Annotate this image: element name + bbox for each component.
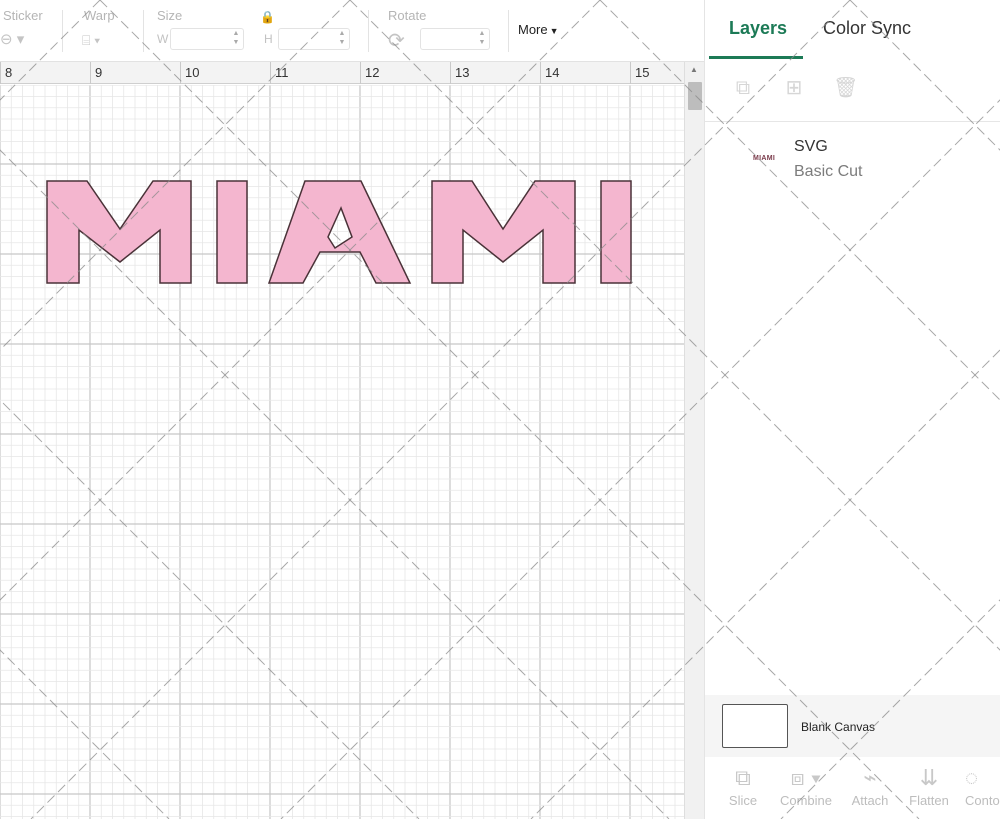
width-stepper[interactable]: ▲ ▼	[231, 29, 241, 49]
toolbar-divider	[508, 10, 509, 52]
attach-label: Attach	[851, 793, 889, 808]
more-label: More	[518, 22, 548, 37]
tab-layers[interactable]: Layers	[729, 18, 787, 39]
group-icon[interactable]: ⧉	[731, 76, 755, 100]
flatten-icon: ⇊	[919, 765, 939, 790]
combine-icon: ⧈ ▾	[790, 765, 822, 790]
sticker-icon[interactable]: ⊖ ▾	[0, 30, 24, 48]
duplicate-icon[interactable]: ⊞	[782, 76, 806, 100]
contour-button[interactable]: ◌ Conto	[965, 763, 1000, 808]
letter-m[interactable]	[431, 180, 576, 284]
sticker-label: Sticker	[3, 8, 43, 23]
blank-canvas-swatch[interactable]	[722, 704, 788, 748]
layer-tools: ⧉ ⊞ 🗑	[705, 60, 1000, 122]
toolbar-divider	[368, 10, 369, 52]
rotate-label: Rotate	[388, 8, 427, 23]
contour-label: Conto	[965, 793, 1000, 808]
rotate-input[interactable]: ▲ ▼	[420, 28, 490, 50]
toolbar-divider	[143, 10, 144, 52]
layer-operation[interactable]: Basic Cut	[794, 163, 862, 181]
scroll-up-arrow-icon[interactable]: ▲	[690, 65, 698, 74]
combine-label: Combine	[779, 793, 833, 808]
layers-panel: Layers Color Sync ⧉ ⊞ 🗑 MIAMI SVG Basic …	[704, 0, 1000, 819]
blank-canvas-label: Blank Canvas	[801, 720, 876, 734]
rotate-icon: ⟳	[388, 30, 405, 52]
size-group: Size W ▲ ▼ 🔒 H ▲ ▼	[150, 0, 360, 62]
contour-icon: ◌	[965, 765, 979, 790]
letter-i[interactable]	[600, 180, 632, 284]
toolbar-divider	[62, 10, 63, 52]
more-button[interactable]: More ▼	[518, 22, 559, 37]
attach-icon: ⌁	[863, 765, 877, 790]
canvas-area[interactable]: 8 9 10 11 12 13 14 15 ▲	[0, 62, 704, 819]
layer-thumbnail: MIAMI	[753, 155, 776, 162]
sticker-group[interactable]: Sticker ⊖ ▾	[0, 0, 60, 62]
width-input[interactable]: ▲ ▼	[170, 28, 244, 50]
size-label: Size	[157, 8, 183, 23]
edit-toolbar: Sticker ⊖ ▾ Warp ⌸ ▾ Size W ▲ ▼ 🔒 H ▲ ▼ Ro…	[0, 0, 707, 62]
slice-icon: ⧉	[735, 765, 751, 790]
flatten-label: Flatten	[909, 793, 949, 808]
delete-icon[interactable]: 🗑	[833, 76, 858, 100]
flatten-button[interactable]: ⇊ Flatten	[905, 763, 953, 808]
slice-label: Slice	[728, 793, 758, 808]
warp-label: Warp	[84, 8, 115, 23]
design-space-app: Sticker ⊖ ▾ Warp ⌸ ▾ Size W ▲ ▼ 🔒 H ▲ ▼ Ro…	[0, 0, 1000, 819]
attach-button[interactable]: ⌁ Attach	[847, 763, 893, 808]
rotate-stepper[interactable]: ▲ ▼	[477, 29, 487, 49]
active-tab-indicator	[709, 56, 803, 59]
height-stepper[interactable]: ▲ ▼	[337, 29, 347, 49]
layer-item-svg[interactable]: MIAMI SVG Basic Cut	[705, 125, 1000, 191]
height-prefix: H	[264, 32, 273, 46]
warp-group[interactable]: Warp ⌸ ▾	[72, 0, 142, 62]
tab-color-sync[interactable]: Color Sync	[823, 18, 911, 39]
miami-svg-design[interactable]	[0, 62, 684, 819]
bottom-tools: ⧉ Slice ⧈ ▾ Combine ⌁ Attach ⇊ Flatten ◌…	[705, 757, 1000, 819]
scroll-thumb[interactable]	[688, 82, 702, 110]
slice-button[interactable]: ⧉ Slice	[721, 763, 765, 808]
panel-tabs: Layers Color Sync	[705, 0, 1000, 60]
lock-icon[interactable]: 🔒	[260, 10, 275, 24]
letter-a[interactable]	[267, 180, 412, 284]
blank-canvas-row[interactable]: Blank Canvas	[705, 695, 1000, 757]
warp-icon[interactable]: ⌸ ▾	[82, 32, 100, 49]
height-input[interactable]: ▲ ▼	[278, 28, 350, 50]
layer-name: SVG	[794, 138, 828, 155]
rotate-group: Rotate ⟳ ▲ ▼	[380, 0, 500, 62]
letter-i[interactable]	[216, 180, 248, 284]
caret-down-icon: ▼	[549, 26, 559, 36]
vertical-scrollbar[interactable]: ▲	[684, 62, 704, 819]
width-prefix: W	[157, 32, 169, 46]
letter-m[interactable]	[46, 180, 192, 284]
combine-button[interactable]: ⧈ ▾ Combine	[775, 763, 837, 808]
